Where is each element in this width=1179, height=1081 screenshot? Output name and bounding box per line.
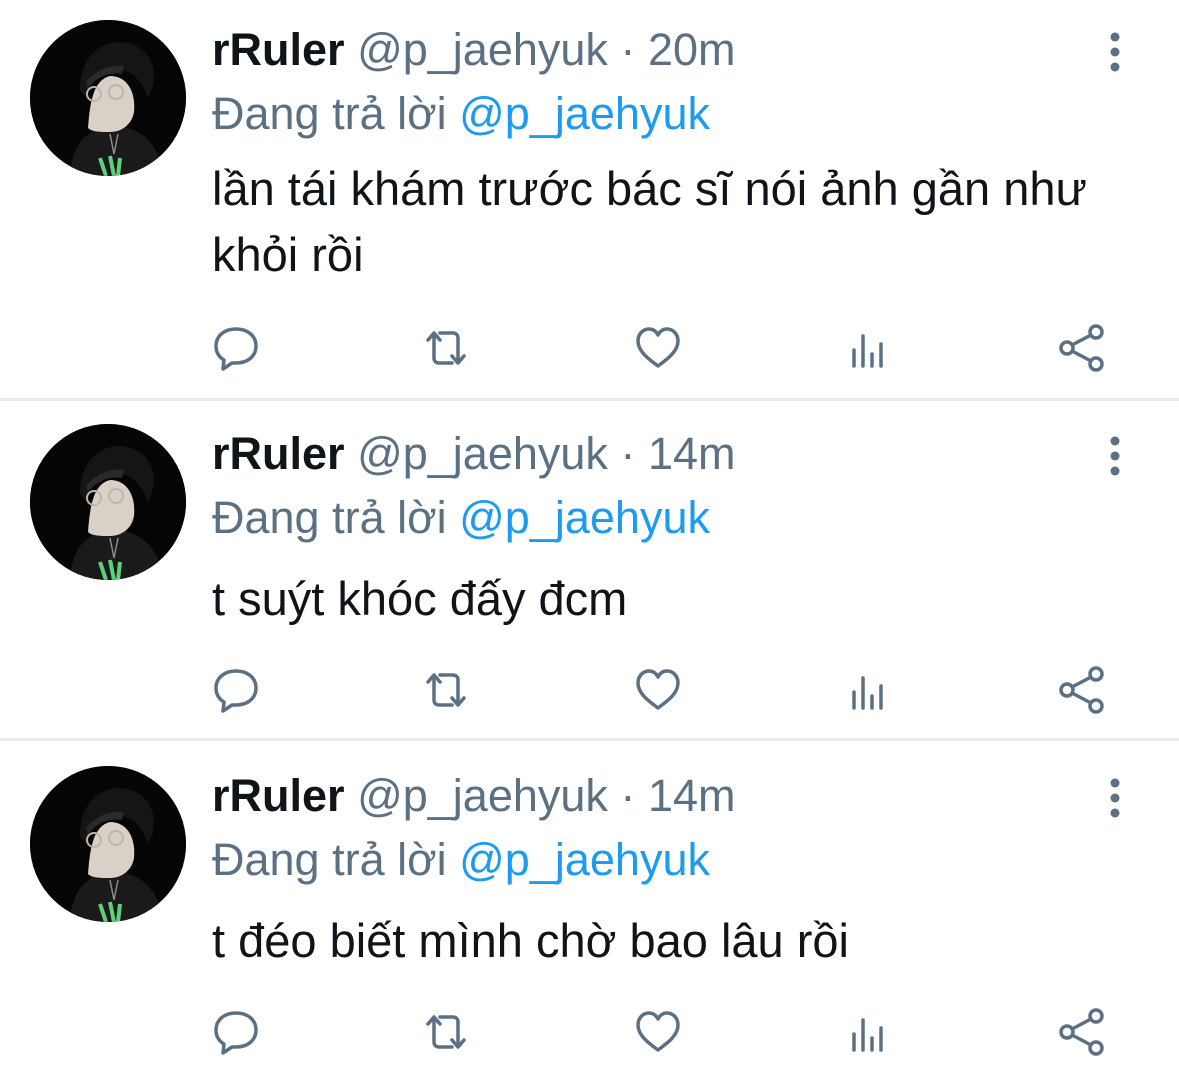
tweet-header: rRuler @p_jaehyuk · 20m — [212, 22, 735, 78]
tweet-text: t suýt khóc đấy đcm — [212, 572, 628, 625]
reply-bubble-icon — [214, 1011, 258, 1055]
tweet-text: lần tái khám trước bác sĩ nói ảnh gần nh… — [212, 162, 1087, 281]
reply-button[interactable] — [206, 318, 266, 378]
tweet-header: rRuler @p_jaehyuk · 14m — [212, 426, 735, 482]
more-options-button[interactable] — [1100, 776, 1130, 822]
tweet-divider — [0, 398, 1179, 401]
like-button[interactable] — [628, 318, 688, 378]
tweet-text: t đéo biết mình chờ bao lâu rồi — [212, 914, 849, 967]
separator-dot: · — [620, 770, 636, 821]
reply-mention-link[interactable]: @p_jaehyuk — [459, 834, 710, 885]
retweet-button[interactable] — [416, 660, 476, 720]
reply-prefix: Đang trả lời — [212, 88, 447, 139]
timestamp[interactable]: 20m — [648, 24, 736, 75]
reply-context: Đang trả lời @p_jaehyuk — [212, 830, 710, 890]
more-vertical-icon — [1110, 778, 1120, 818]
more-options-button[interactable] — [1100, 434, 1130, 480]
share-button[interactable] — [1052, 1002, 1112, 1062]
separator-dot: · — [620, 24, 636, 75]
reply-context: Đang trả lời @p_jaehyuk — [212, 488, 710, 548]
reply-bubble-icon — [214, 327, 258, 371]
share-button[interactable] — [1052, 660, 1112, 720]
timestamp[interactable]: 14m — [648, 770, 736, 821]
analytics-button[interactable] — [840, 318, 900, 378]
tweet[interactable]: rRuler @p_jaehyuk · 14m Đang trả lời @p_… — [0, 746, 1179, 1081]
retweet-button[interactable] — [416, 1002, 476, 1062]
share-icon — [1059, 666, 1104, 714]
heart-icon — [636, 327, 680, 368]
analytics-button[interactable] — [840, 1002, 900, 1062]
tweet-actions — [0, 660, 1179, 720]
retweet-button[interactable] — [416, 318, 476, 378]
reply-prefix: Đang trả lời — [212, 834, 447, 885]
analytics-bars-icon — [852, 676, 883, 710]
timestamp[interactable]: 14m — [648, 428, 736, 479]
tweet[interactable]: rRuler @p_jaehyuk · 20m Đang trả lời @p_… — [0, 0, 1179, 398]
user-handle[interactable]: @p_jaehyuk — [357, 770, 608, 821]
like-button[interactable] — [628, 1002, 688, 1062]
retweet-icon — [426, 331, 466, 365]
analytics-bars-icon — [852, 1018, 883, 1052]
tweet-actions — [0, 318, 1179, 378]
share-icon — [1059, 324, 1104, 372]
analytics-bars-icon — [852, 334, 883, 368]
reply-prefix: Đang trả lời — [212, 492, 447, 543]
reply-button[interactable] — [206, 660, 266, 720]
analytics-button[interactable] — [840, 660, 900, 720]
heart-icon — [636, 669, 680, 710]
retweet-icon — [426, 1015, 466, 1049]
display-name[interactable]: rRuler — [212, 770, 345, 821]
more-options-button[interactable] — [1100, 30, 1130, 76]
reply-mention-link[interactable]: @p_jaehyuk — [459, 88, 710, 139]
reply-mention-link[interactable]: @p_jaehyuk — [459, 492, 710, 543]
more-vertical-icon — [1110, 436, 1120, 476]
heart-icon — [636, 1011, 680, 1052]
reply-button[interactable] — [206, 1002, 266, 1062]
share-icon — [1059, 1008, 1104, 1056]
user-handle[interactable]: @p_jaehyuk — [357, 24, 608, 75]
separator-dot: · — [620, 428, 636, 479]
retweet-icon — [426, 673, 466, 707]
more-vertical-icon — [1110, 32, 1120, 72]
tweet-actions — [0, 1002, 1179, 1062]
like-button[interactable] — [628, 660, 688, 720]
user-handle[interactable]: @p_jaehyuk — [357, 428, 608, 479]
avatar[interactable] — [30, 766, 186, 922]
reply-context: Đang trả lời @p_jaehyuk — [212, 84, 710, 144]
tweet[interactable]: rRuler @p_jaehyuk · 14m Đang trả lời @p_… — [0, 404, 1179, 738]
display-name[interactable]: rRuler — [212, 428, 345, 479]
avatar[interactable] — [30, 424, 186, 580]
share-button[interactable] — [1052, 318, 1112, 378]
tweet-divider — [0, 738, 1179, 741]
reply-bubble-icon — [214, 669, 258, 713]
display-name[interactable]: rRuler — [212, 24, 345, 75]
tweet-header: rRuler @p_jaehyuk · 14m — [212, 768, 735, 824]
avatar[interactable] — [30, 20, 186, 176]
